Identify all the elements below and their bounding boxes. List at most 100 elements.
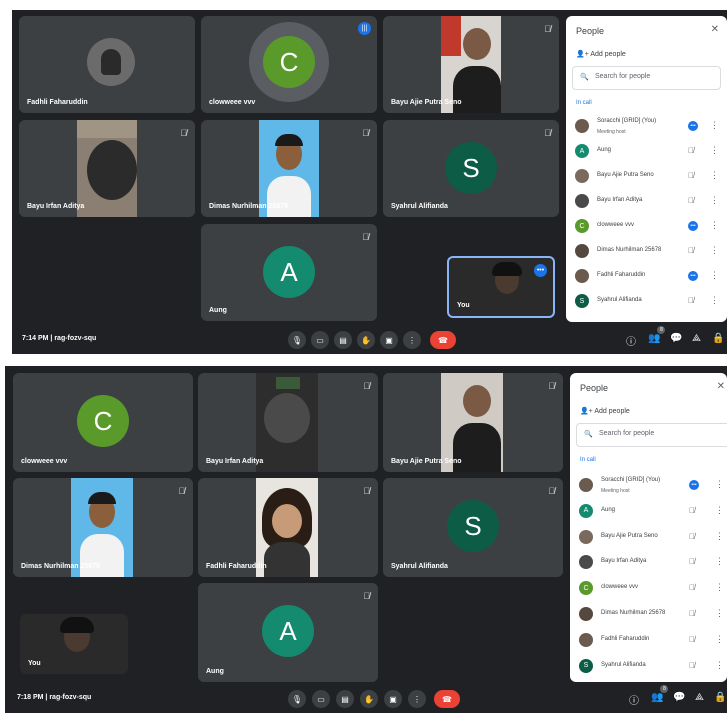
- participant-row[interactable]: S Syahrul Alifianda 🎙̸ ⋮: [572, 289, 727, 314]
- meeting-code: rag-fozv-squ: [49, 694, 92, 701]
- participant-tile[interactable]: C ||| clowweee vvv: [201, 16, 377, 113]
- more-icon[interactable]: ⋮: [715, 505, 724, 516]
- more-icon[interactable]: ⋮: [710, 220, 719, 231]
- more-icon[interactable]: ⋮: [715, 479, 724, 490]
- more-icon[interactable]: •••: [534, 264, 547, 277]
- people-panel: People ✕ 👤+ Add people 🔍 Search for peop…: [566, 16, 727, 322]
- panel-title: People: [576, 26, 605, 36]
- mic-off-icon[interactable]: 🎙̸: [688, 296, 694, 305]
- participant-row[interactable]: Bayu Ajie Putra Seno 🎙̸ ⋮: [572, 164, 727, 189]
- chat-icon[interactable]: 💬: [673, 692, 685, 703]
- more-icon[interactable]: ⋮: [710, 295, 719, 306]
- participant-tile[interactable]: S 🎙̸ Syahrul Alifianda: [383, 120, 559, 217]
- mic-off-icon[interactable]: 🎙̸: [688, 196, 694, 205]
- participant-tile[interactable]: Fadhli Faharuddin: [19, 16, 195, 113]
- participant-name: Bayu Ajie Putra Seno: [597, 172, 654, 178]
- participant-tile[interactable]: A 🎙̸ Aung: [201, 224, 377, 321]
- participant-tile[interactable]: 🎙̸ Bayu Ajie Putra Seno: [383, 373, 563, 472]
- mic-button[interactable]: 🎙: [288, 331, 306, 349]
- participant-row[interactable]: Cclowweee vvv 🎙̸ ⋮: [576, 576, 727, 601]
- more-icon[interactable]: ⋮: [715, 582, 724, 593]
- participant-tile[interactable]: 🎙̸ Bayu Ajie Putra Seno: [383, 16, 559, 113]
- avatar-letter: C: [279, 46, 299, 77]
- add-people-button[interactable]: 👤+ Add people: [576, 50, 626, 58]
- captions-button[interactable]: ▤: [334, 331, 352, 349]
- self-view[interactable]: ••• You: [447, 256, 555, 318]
- participant-tile[interactable]: C clowweee vvv: [13, 373, 193, 472]
- participant-row[interactable]: Cclowweee vvv ••• ⋮: [572, 214, 727, 239]
- participant-row[interactable]: Fadhli Faharuddin 🎙̸ ⋮: [576, 628, 727, 653]
- info-icon[interactable]: ⓘ: [629, 692, 639, 707]
- lock-icon[interactable]: 🔒: [712, 333, 724, 344]
- mic-off-icon[interactable]: 🎙̸: [688, 246, 694, 255]
- lock-icon[interactable]: 🔒: [714, 692, 726, 703]
- mic-off-icon[interactable]: 🎙̸: [688, 146, 694, 155]
- participant-tile[interactable]: 🎙̸ Dimas Nurhilman 25678: [13, 478, 193, 577]
- participant-tile[interactable]: 🎙̸ Fadhli Faharuddin: [198, 478, 378, 577]
- meeting-time-code: 7:14 PM | rag-fozv-squ: [22, 335, 97, 342]
- mic-off-icon: 🎙̸: [363, 486, 370, 496]
- mic-off-icon: 🎙̸: [363, 591, 370, 601]
- participant-tile[interactable]: 🎙̸ Bayu Irfan Aditya: [19, 120, 195, 217]
- participant-row[interactable]: Fadhli Faharuddin ••• ⋮: [572, 264, 727, 289]
- close-icon[interactable]: ✕: [717, 381, 725, 392]
- mic-off-icon[interactable]: 🎙̸: [689, 557, 695, 566]
- end-call-button[interactable]: ☎: [434, 690, 460, 708]
- more-icon[interactable]: ⋮: [715, 608, 724, 619]
- raise-hand-button[interactable]: ✋: [360, 690, 378, 708]
- participant-tile[interactable]: S 🎙̸ Syahrul Alifianda: [383, 478, 563, 577]
- search-input[interactable]: 🔍 Search for people: [572, 66, 721, 90]
- more-icon[interactable]: ⋮: [715, 556, 724, 567]
- activities-icon[interactable]: ⟁: [692, 333, 701, 344]
- participant-row[interactable]: Bayu Irfan Aditya 🎙̸ ⋮: [576, 550, 727, 575]
- close-icon[interactable]: ✕: [711, 24, 719, 35]
- more-icon[interactable]: ⋮: [710, 270, 719, 281]
- participant-row[interactable]: A Aung 🎙̸ ⋮: [576, 499, 727, 524]
- end-call-button[interactable]: ☎: [430, 331, 456, 349]
- mic-off-icon[interactable]: 🎙̸: [689, 609, 695, 618]
- participant-row[interactable]: Soracchi [GRID] (You) Meeting host ••• ⋮: [576, 473, 727, 498]
- more-icon[interactable]: ⋮: [710, 145, 719, 156]
- mic-off-icon[interactable]: 🎙̸: [689, 532, 695, 541]
- present-button[interactable]: ▣: [384, 690, 402, 708]
- activities-icon[interactable]: ⟁: [695, 692, 704, 703]
- participant-row[interactable]: Bayu Irfan Aditya 🎙̸ ⋮: [572, 189, 727, 214]
- camera-button[interactable]: ▭: [311, 331, 329, 349]
- camera-button[interactable]: ▭: [312, 690, 330, 708]
- participant-row[interactable]: A Aung 🎙̸ ⋮: [572, 139, 727, 164]
- more-icon[interactable]: ⋮: [710, 245, 719, 256]
- participant-tile[interactable]: A 🎙̸ Aung: [198, 583, 378, 682]
- mic-off-icon[interactable]: 🎙̸: [689, 661, 695, 670]
- search-input[interactable]: 🔍 Search for people: [576, 423, 727, 447]
- participant-tile[interactable]: 🎙̸ Bayu Irfan Aditya: [198, 373, 378, 472]
- participant-name: Bayu Ajie Putra Seno: [601, 532, 658, 539]
- more-icon[interactable]: ⋮: [715, 634, 724, 645]
- more-icon[interactable]: ⋮: [710, 120, 719, 131]
- people-icon[interactable]: 👥 8: [648, 326, 666, 344]
- self-view[interactable]: You: [20, 614, 128, 674]
- more-options-button[interactable]: ⋮: [403, 331, 421, 349]
- captions-button[interactable]: ▤: [336, 690, 354, 708]
- mic-off-icon[interactable]: 🎙̸: [688, 171, 694, 180]
- add-people-button[interactable]: 👤+ Add people: [580, 407, 630, 415]
- more-icon[interactable]: ⋮: [715, 660, 724, 671]
- present-button[interactable]: ▣: [380, 331, 398, 349]
- participant-tile[interactable]: 🎙̸ Dimas Nurhilman 25678: [201, 120, 377, 217]
- participant-row[interactable]: Dimas Nurhilman 25678 🎙̸ ⋮: [572, 239, 727, 264]
- info-icon[interactable]: ⓘ: [626, 333, 636, 348]
- participant-row[interactable]: Dimas Nurhilman 25678 🎙̸ ⋮: [576, 602, 727, 627]
- participant-row[interactable]: Soracchi [GRID] (You) Meeting host ••• ⋮: [572, 114, 727, 139]
- people-icon[interactable]: 👥 8: [651, 685, 669, 703]
- mic-off-icon[interactable]: 🎙̸: [689, 635, 695, 644]
- mic-button[interactable]: 🎙: [288, 690, 306, 708]
- participant-row[interactable]: Bayu Ajie Putra Seno 🎙̸ ⋮: [576, 525, 727, 550]
- chat-icon[interactable]: 💬: [670, 333, 682, 344]
- more-icon[interactable]: ⋮: [715, 531, 724, 542]
- more-icon[interactable]: ⋮: [710, 170, 719, 181]
- raise-hand-button[interactable]: ✋: [357, 331, 375, 349]
- more-icon[interactable]: ⋮: [710, 195, 719, 206]
- participant-row[interactable]: S Syahrul Alifianda 🎙̸ ⋮: [576, 654, 727, 679]
- mic-off-icon[interactable]: 🎙̸: [689, 583, 695, 592]
- mic-off-icon[interactable]: 🎙̸: [689, 506, 695, 515]
- more-options-button[interactable]: ⋮: [408, 690, 426, 708]
